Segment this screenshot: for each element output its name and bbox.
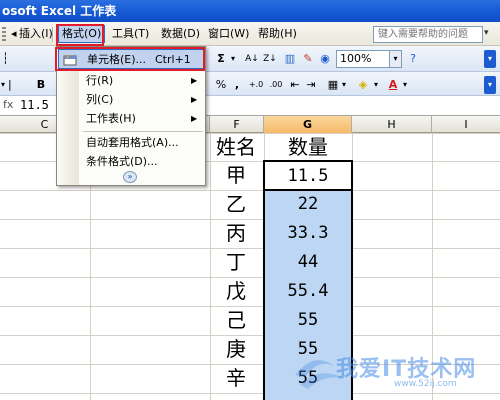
menu-separator (83, 131, 203, 132)
submenu-arrow-icon: ▶ (191, 114, 198, 123)
formatting-options-icon[interactable]: ▾ (484, 76, 496, 94)
formula-input[interactable]: 11.5 (20, 98, 49, 112)
submenu-arrow-icon: ▶ (191, 95, 198, 104)
name-cell[interactable]: 庚 (210, 335, 262, 363)
column-header-f[interactable]: F (210, 116, 264, 133)
help-dropdown-icon[interactable]: ▾ (484, 28, 489, 38)
menu-window[interactable]: 窗口(W) (205, 25, 252, 43)
bold-button[interactable]: B (34, 76, 48, 94)
borders-dropdown-icon[interactable]: ▾ (340, 76, 348, 94)
toolbar-separator: | (8, 78, 12, 91)
name-cell[interactable]: 辛 (210, 364, 262, 392)
menu-item-label: 工作表(H) (86, 112, 136, 125)
percent-style-icon[interactable]: % (214, 76, 228, 94)
drawing-icon[interactable]: ✎ (300, 50, 316, 68)
menu-item-column[interactable]: 列(C) ▶ (58, 90, 204, 110)
font-color-dropdown-icon[interactable]: ▾ (401, 76, 409, 94)
name-cell[interactable]: 戊 (210, 277, 262, 305)
help-question-input[interactable] (373, 26, 483, 43)
name-cell[interactable]: 乙 (210, 190, 262, 218)
name-cell[interactable]: 丁 (210, 248, 262, 276)
menu-item-autoformat[interactable]: 自动套用格式(A)... (58, 133, 204, 153)
window-title: osoft Excel 工作表 (2, 4, 117, 18)
menu-insert[interactable]: 插入(I) (16, 25, 56, 43)
comma-style-icon[interactable]: , (230, 76, 244, 94)
menu-separator (52, 27, 54, 42)
value-cell[interactable]: 22 (264, 190, 352, 218)
fx-icon[interactable]: fx (3, 98, 13, 111)
value-cell[interactable]: 55 (264, 364, 352, 392)
grid-line (0, 393, 500, 394)
value-cell[interactable]: 33.3 (264, 219, 352, 247)
annotation-frame-cells-item (55, 47, 205, 71)
column-header-g[interactable]: G (264, 116, 352, 133)
name-cell[interactable]: 己 (210, 306, 262, 334)
zoom-select[interactable]: 100% (336, 50, 390, 68)
sort-descending-icon[interactable]: Z↓ (262, 50, 278, 68)
menu-help[interactable]: 帮助(H) (255, 25, 300, 43)
fill-color-dropdown-icon[interactable]: ▾ (372, 76, 380, 94)
menu-tools[interactable]: 工具(T) (109, 25, 152, 43)
value-cell[interactable]: 55 (264, 306, 352, 334)
autosum-dropdown-icon[interactable]: ▾ (229, 50, 237, 68)
grid-line (432, 133, 433, 400)
header-cell-name[interactable]: 姓名 (210, 133, 262, 161)
menubar-grip[interactable] (2, 27, 6, 41)
column-header-h[interactable]: H (352, 116, 432, 133)
fill-color-icon[interactable]: ◈ (356, 76, 370, 94)
toolbar-grip[interactable]: ┆ (2, 50, 9, 68)
menu-item-sheet[interactable]: 工作表(H) ▶ (58, 109, 204, 129)
zoom-dropdown-icon[interactable]: ▾ (390, 50, 402, 68)
column-header-i[interactable]: I (432, 116, 500, 133)
help-icon[interactable]: ? (406, 50, 420, 68)
zoom-icon[interactable]: ◉ (318, 50, 332, 68)
menu-expand-icon[interactable]: » (123, 171, 137, 183)
increase-decimal-icon[interactable]: +.0 (246, 76, 266, 94)
menu-item-label: 列(C) (86, 93, 114, 106)
name-cell[interactable]: 甲 (210, 161, 262, 189)
font-color-icon[interactable]: A (386, 76, 400, 94)
decrease-decimal-icon[interactable]: .00 (266, 76, 286, 94)
value-cell[interactable]: 44 (264, 248, 352, 276)
borders-icon[interactable]: ▦ (326, 76, 340, 94)
sort-ascending-icon[interactable]: A↓ (244, 50, 260, 68)
window-title-bar: osoft Excel 工作表 (0, 0, 500, 22)
menu-item-conditional-format[interactable]: 条件格式(D)... (58, 152, 204, 172)
value-cell[interactable]: 55.4 (264, 277, 352, 305)
menu-item-row[interactable]: 行(R) ▶ (58, 71, 204, 91)
submenu-arrow-icon: ▶ (191, 76, 198, 85)
header-cell-value[interactable]: 数量 (264, 133, 352, 161)
toolbar-options-icon[interactable]: ▾ (484, 50, 496, 68)
annotation-frame-format-menu (56, 24, 104, 46)
font-size-dropdown-icon[interactable]: ▾ (0, 76, 6, 94)
menu-item-label: 行(R) (86, 74, 114, 87)
menu-data[interactable]: 数据(D) (158, 25, 203, 43)
decrease-indent-icon[interactable]: ⇤ (288, 76, 302, 94)
menu-item-label: 条件格式(D)... (86, 155, 158, 168)
value-cell[interactable]: 55 (264, 335, 352, 363)
increase-indent-icon[interactable]: ⇥ (304, 76, 318, 94)
autosum-icon[interactable]: Σ (214, 50, 228, 68)
value-cell[interactable]: 11.5 (264, 162, 352, 190)
name-cell[interactable]: 丙 (210, 219, 262, 247)
menu-item-label: 自动套用格式(A)... (86, 136, 179, 149)
chart-wizard-icon[interactable]: ▥ (282, 50, 298, 68)
